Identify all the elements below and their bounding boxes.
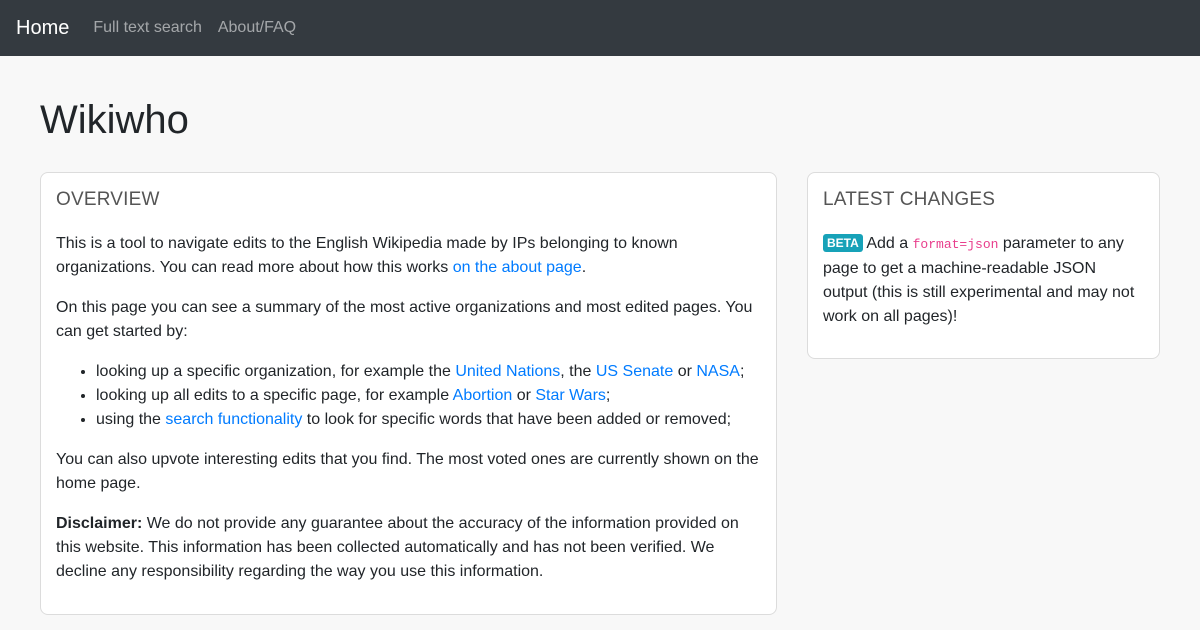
overview-summary-paragraph: On this page you can see a summary of th… — [56, 299, 753, 340]
beta-badge: BETA — [823, 234, 863, 252]
list-item-end: to look for specific words that have bee… — [302, 411, 732, 428]
list-item: using the search functionality to look f… — [96, 408, 761, 432]
nav-full-text-search-link[interactable]: Full text search — [93, 0, 201, 56]
page-title: Wikiwho — [40, 98, 189, 142]
nasa-link[interactable]: NASA — [696, 363, 740, 380]
list-item-sep: or — [673, 363, 697, 380]
latest-changes-pre: Add a — [862, 235, 913, 252]
list-item: looking up a specific organization, for … — [96, 360, 761, 384]
disclaimer-paragraph: Disclaimer: We do not provide any guaran… — [56, 512, 761, 584]
star-wars-link[interactable]: Star Wars — [535, 387, 606, 404]
list-item: looking up all edits to a specific page,… — [96, 384, 761, 408]
search-functionality-link[interactable]: search functionality — [165, 411, 302, 428]
format-json-code: format=json — [912, 237, 999, 252]
list-item-text: using the — [96, 411, 166, 428]
overview-intro-paragraph: This is a tool to navigate edits to the … — [56, 232, 761, 280]
disclaimer-text: We do not provide any guarantee about th… — [56, 515, 739, 580]
upvote-paragraph: You can also upvote interesting edits th… — [56, 451, 759, 492]
list-item-end: ; — [605, 387, 611, 404]
list-item-sep: , the — [560, 363, 596, 380]
us-senate-link[interactable]: US Senate — [596, 363, 673, 380]
get-started-list: looking up a specific organization, for … — [56, 360, 761, 432]
abortion-link[interactable]: Abortion — [453, 387, 513, 404]
list-item-text: looking up all edits to a specific page,… — [96, 387, 453, 404]
about-page-link[interactable]: on the about page — [453, 259, 582, 276]
list-item-end: ; — [739, 363, 745, 380]
list-item-text: looking up a specific organization, for … — [96, 363, 456, 380]
latest-changes-card: LATEST CHANGES BETA Add a format=json pa… — [807, 172, 1160, 359]
top-navbar: Home Full text search About/FAQ — [0, 0, 1200, 56]
list-item-sep: or — [512, 387, 536, 404]
overview-card: OVERVIEW This is a tool to navigate edit… — [40, 172, 777, 615]
disclaimer-label: Disclaimer: — [56, 515, 143, 532]
nav-about-faq-link[interactable]: About/FAQ — [218, 0, 296, 56]
latest-changes-paragraph: BETA Add a format=json parameter to any … — [823, 232, 1144, 329]
overview-title: OVERVIEW — [56, 189, 160, 210]
united-nations-link[interactable]: United Nations — [455, 363, 560, 380]
overview-intro-end: . — [581, 259, 587, 276]
nav-home-link[interactable]: Home — [16, 0, 69, 56]
latest-changes-title: LATEST CHANGES — [823, 189, 996, 210]
